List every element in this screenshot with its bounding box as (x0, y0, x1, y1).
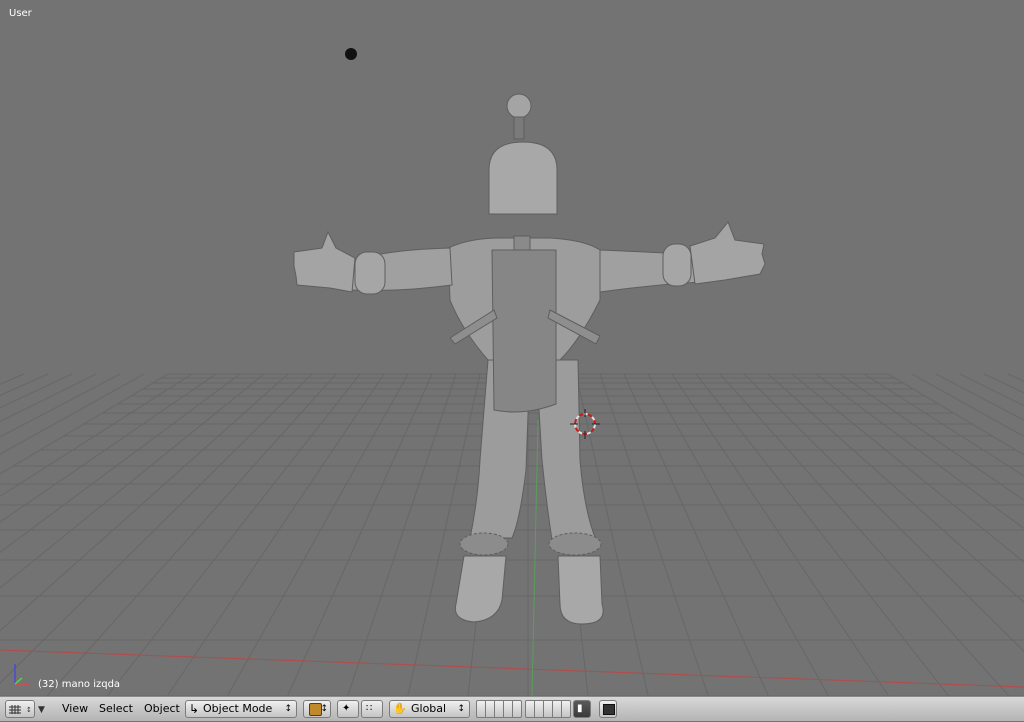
grid-line (0, 373, 145, 455)
grid-line (0, 373, 121, 438)
dropdown-arrow-icon: ↕ (284, 704, 292, 714)
view-menu[interactable]: View (62, 700, 88, 718)
grid-line (0, 373, 265, 589)
object-mode-icon: ↳ (189, 702, 200, 716)
grid-line (1007, 373, 1024, 382)
view-name-label: User (9, 8, 32, 19)
layer-button[interactable] (526, 701, 535, 717)
grid-line (0, 373, 25, 385)
grid-line (863, 373, 1024, 477)
pivot-point-button[interactable]: ✦ (337, 700, 359, 718)
layer-button[interactable] (486, 701, 495, 717)
layer-button[interactable] (495, 701, 504, 717)
grid-line (839, 373, 1024, 501)
grid-line (815, 373, 1024, 530)
grid-editor-icon: ↕ (9, 705, 32, 714)
viewport-shading-button[interactable]: ↕ (303, 700, 331, 718)
lamp-object[interactable] (345, 48, 357, 60)
layer-buttons-group-2[interactable] (525, 700, 571, 718)
layer-button[interactable] (535, 701, 544, 717)
pivot-point-icon: ✦ (342, 703, 351, 714)
grid-line (0, 373, 169, 475)
hand-icon: ✋ (393, 702, 407, 715)
grid-line (227, 373, 409, 696)
grid-line (791, 373, 1024, 563)
grid-line (0, 373, 289, 632)
orientation-label: Global (411, 702, 447, 715)
layer-button[interactable] (504, 701, 513, 717)
grid-line (287, 373, 433, 696)
axis-gizmo-icon (14, 664, 30, 685)
dropdown-arrow-icon: ↕ (457, 704, 465, 714)
grid-line (599, 373, 709, 696)
mode-selector[interactable]: ↳ Object Mode ↕ (185, 700, 297, 718)
render-preview-icon (603, 704, 615, 715)
layer-button[interactable] (477, 701, 486, 717)
y-axis-line (531, 419, 539, 696)
viewport-header: ↕ ▼ View Select Object ↳ Object Mode ↕ ↕… (0, 696, 1024, 721)
grid-line (0, 373, 313, 684)
select-menu[interactable]: Select (99, 700, 133, 718)
scene-canvas[interactable] (0, 0, 1024, 696)
grid-line (647, 373, 829, 696)
editor-type-button[interactable]: ↕ (5, 700, 35, 718)
character-mesh[interactable] (293, 93, 766, 625)
layer-button[interactable] (553, 701, 562, 717)
render-preview-button[interactable] (599, 700, 617, 718)
grid-line (743, 373, 1024, 653)
object-menu[interactable]: Object (144, 700, 180, 718)
layer-buttons-group-1[interactable] (476, 700, 522, 718)
grid-line (347, 373, 457, 696)
collapse-menus-toggle[interactable]: ▼ (38, 700, 52, 718)
lock-layers-button[interactable]: ▮ (573, 700, 591, 718)
transform-orientation-selector[interactable]: ✋ Global ↕ (389, 700, 470, 718)
layer-button[interactable] (562, 701, 570, 717)
grid-line (719, 373, 1010, 696)
grid-line (887, 373, 1024, 456)
triangle-down-icon: ▼ (38, 705, 45, 715)
grid-line (767, 373, 1024, 603)
svg-text:↕: ↕ (26, 706, 32, 714)
layer-button[interactable] (513, 701, 521, 717)
mode-label: Object Mode (203, 702, 273, 715)
grid-line (911, 373, 1024, 437)
grid-line (46, 373, 337, 696)
grid-line (671, 373, 890, 696)
grid-line (0, 373, 97, 423)
layer-button[interactable] (544, 701, 553, 717)
manipulator-icon: ∷ (366, 703, 373, 714)
grid-line (166, 373, 385, 696)
3d-viewport[interactable]: User (32) mano izqda (0, 0, 1024, 696)
active-object-label: (32) mano izqda (38, 679, 121, 690)
grid-line (623, 373, 769, 696)
lock-icon: ▮ (577, 703, 583, 714)
manipulator-button[interactable]: ∷ (361, 700, 383, 718)
dropdown-arrow-icon: ↕ (320, 704, 328, 714)
